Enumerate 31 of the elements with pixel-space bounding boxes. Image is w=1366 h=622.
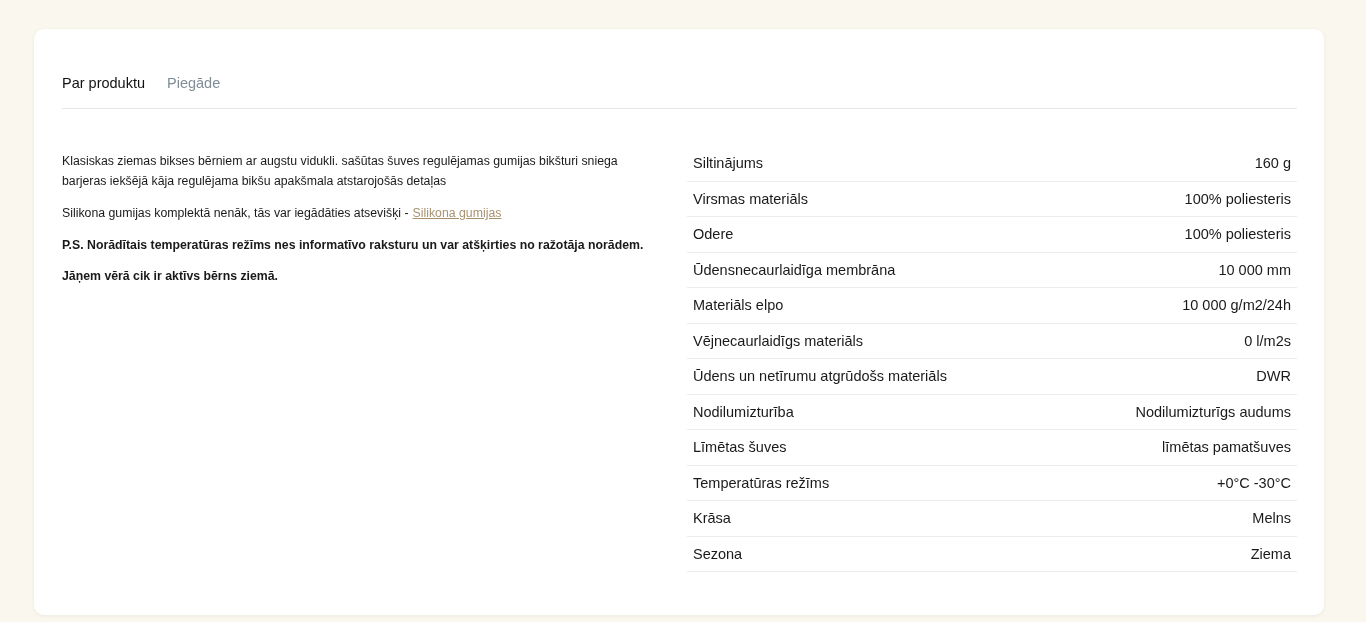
- spec-name: Vējnecaurlaidīgs materiāls: [693, 332, 864, 349]
- tab[interactable]: Piegāde: [167, 74, 221, 91]
- description-text: Klasiskas ziemas bikses bērniem ar augstu vidukli. sašūtas šuves regulējamas gumijas bikšturi sniega barjeras iekšējā kāja regulējama bikšu apakšmala atstarojošās detaļas: [62, 153, 619, 190]
- spec-name: Sezona: [693, 545, 743, 562]
- description-text: Jāņem vērā cik ir aktīvs bērns ziemā.: [62, 268, 279, 285]
- spec-name: Ūdensnecaurlaidīga membrāna: [693, 261, 896, 278]
- spec-value: 10 000 g/m2/24h: [1182, 297, 1291, 314]
- spec-value: 0 l/m2s: [1244, 332, 1291, 349]
- spec-name: Temperatūras režīms: [693, 474, 830, 491]
- product-link[interactable]: Silikona gumijas: [412, 206, 502, 220]
- spec-name: Līmētas šuves: [693, 439, 787, 456]
- spec-value: līmētas pamatšuves: [1162, 439, 1291, 456]
- spec-name: Odere: [693, 226, 734, 243]
- spec-value: 100% poliesteris: [1184, 226, 1291, 243]
- spec-value: Melns: [1252, 510, 1291, 527]
- spec-value: Ziema: [1250, 545, 1291, 562]
- description-text: P.S. Norādītais temperatūras režīms nes informatīvo raksturu un var atšķirties no ražotāja norādem.: [62, 237, 645, 254]
- spec-value: 100% poliesteris: [1184, 190, 1291, 207]
- spec-value: +0°C -30°C: [1216, 474, 1291, 491]
- spec-name: Materiāls elpo: [693, 297, 784, 314]
- description-text: Silikona gumijas komplektā nenāk, tās var iegādāties atsevišķi - Silikona gumijas: [62, 205, 503, 222]
- spec-name: Virsmas materiāls: [693, 190, 808, 207]
- tab[interactable]: Par produktu: [62, 74, 146, 91]
- spec-value: Nodilumizturīgs audums: [1135, 403, 1291, 420]
- spec-value: 10 000 mm: [1218, 261, 1291, 278]
- spec-value: 160 g: [1254, 155, 1291, 172]
- spec-name: Nodilumizturība: [693, 403, 794, 420]
- spec-name: Krāsa: [693, 510, 731, 527]
- spec-name: Ūdens un netīrumu atgrūdošs materiāls: [693, 368, 947, 385]
- spec-name: Siltinājums: [693, 155, 764, 172]
- spec-value: DWR: [1256, 368, 1291, 385]
